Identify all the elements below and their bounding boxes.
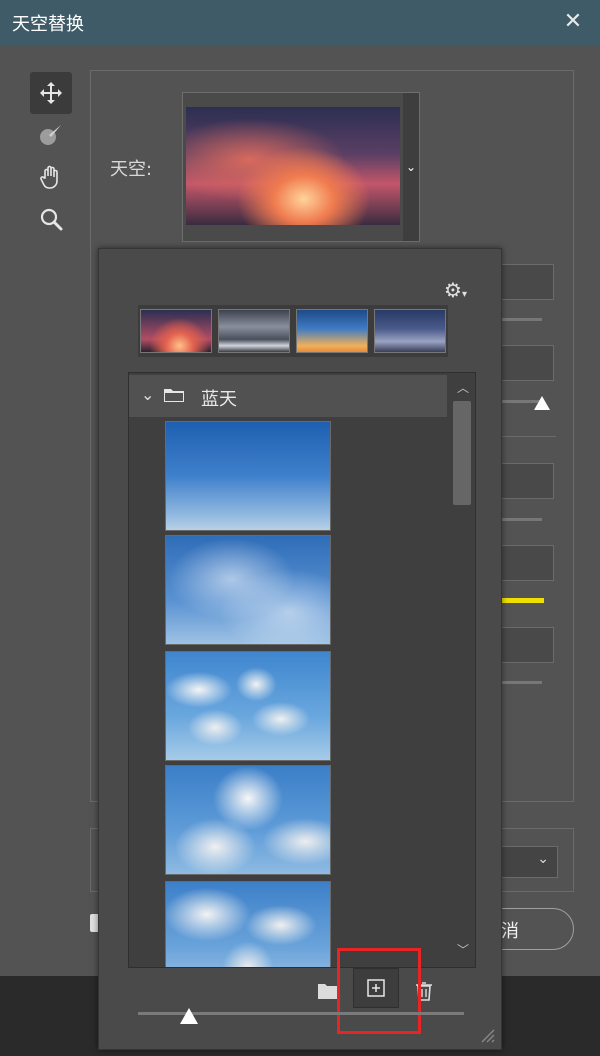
gear-icon[interactable]: ⚙▾: [444, 278, 467, 302]
sky-selector[interactable]: ⌄: [182, 92, 420, 242]
sky-preset-thumbnail[interactable]: [165, 421, 331, 531]
scrollbar-thumb[interactable]: [453, 401, 471, 505]
sky-preset-thumbnail[interactable]: [165, 881, 331, 967]
zoom-tool-button[interactable]: [30, 198, 72, 240]
sky-preset-thumbnail[interactable]: [165, 535, 331, 645]
recent-sky-thumbnail[interactable]: [140, 309, 212, 353]
cancel-button-label: 消: [501, 921, 519, 942]
chevron-down-icon: ⌄: [537, 851, 549, 867]
move-tool-button[interactable]: [30, 72, 72, 114]
magnifier-icon: [40, 208, 63, 231]
folder-icon: [164, 389, 184, 402]
resize-grip-icon[interactable]: [478, 1026, 496, 1044]
parameter-field[interactable]: [500, 463, 554, 499]
sky-brush-tool-button[interactable]: [30, 114, 72, 156]
parameter-slider[interactable]: [500, 518, 542, 521]
scroll-down-icon[interactable]: ﹀: [457, 941, 469, 958]
thumbnail-size-thumb[interactable]: [180, 1008, 198, 1024]
parameter-field[interactable]: [500, 627, 554, 663]
recent-sky-thumbnail[interactable]: [218, 309, 290, 353]
recent-skies: [138, 305, 448, 357]
scroll-up-icon[interactable]: ︿: [457, 379, 469, 396]
sky-preset-list: ⌄ 蓝天 ︿ ﹀: [128, 372, 476, 968]
sky-preset-thumbnail[interactable]: [165, 765, 331, 875]
title-bar: 天空替换 ✕: [0, 0, 600, 46]
color-field[interactable]: [500, 545, 554, 581]
parameter-field[interactable]: [500, 264, 554, 300]
slider-thumb[interactable]: [534, 396, 550, 410]
highlight-annotation: [337, 948, 421, 1034]
parameter-slider[interactable]: [500, 681, 542, 684]
sky-label: 天空:: [110, 159, 153, 180]
chevron-down-icon[interactable]: ⌄: [403, 93, 419, 241]
sky-preset-thumbnail[interactable]: [165, 651, 331, 761]
scrollbar[interactable]: ︿ ﹀: [449, 373, 475, 967]
hand-icon: [40, 165, 58, 189]
parameter-field[interactable]: [500, 345, 554, 381]
chevron-down-icon[interactable]: ⌄: [141, 385, 154, 404]
section-divider: [500, 436, 556, 437]
parameter-slider[interactable]: [500, 318, 542, 321]
preset-group-name: 蓝天: [201, 389, 237, 410]
window-title: 天空替换: [12, 14, 84, 35]
output-dropdown[interactable]: ⌄: [500, 846, 558, 878]
move-icon: [40, 82, 62, 104]
color-adjust-slider[interactable]: [500, 598, 544, 603]
recent-sky-thumbnail[interactable]: [374, 309, 446, 353]
close-icon[interactable]: ✕: [560, 8, 586, 36]
recent-sky-thumbnail[interactable]: [296, 309, 368, 353]
selected-sky-thumbnail[interactable]: [186, 107, 400, 225]
preset-group-header[interactable]: ⌄ 蓝天: [129, 375, 447, 417]
brush-icon: [40, 125, 61, 145]
hand-tool-button[interactable]: [30, 156, 72, 198]
tool-panel: [30, 72, 72, 240]
